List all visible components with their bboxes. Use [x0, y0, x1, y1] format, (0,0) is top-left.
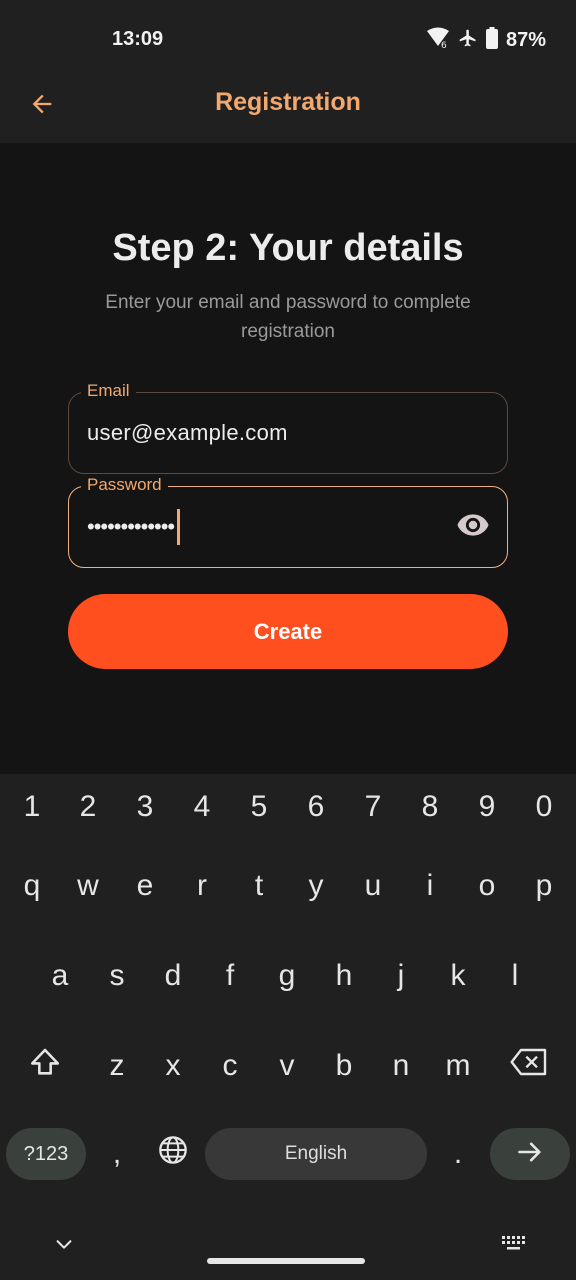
status-bar: 13:09 6 87% [0, 0, 576, 78]
key-m[interactable]: m [433, 1036, 483, 1096]
period-key[interactable]: . [433, 1128, 483, 1180]
key-c[interactable]: c [205, 1036, 255, 1096]
wifi-signal-icon: 6 [426, 27, 450, 54]
step-title: Step 2: Your details [112, 227, 464, 269]
keyboard-icon [501, 1234, 527, 1259]
email-field[interactable]: Email user@example.com [68, 381, 508, 474]
password-value: ••••••••••••• [87, 509, 181, 545]
email-label: Email [81, 381, 136, 401]
key-o[interactable]: o [462, 856, 512, 916]
create-button[interactable]: Create [68, 594, 508, 669]
key-d[interactable]: d [148, 946, 198, 1006]
email-value: user@example.com [87, 420, 288, 445]
step-subtitle: Enter your email and password to complet… [105, 292, 471, 342]
key-i[interactable]: i [405, 856, 455, 916]
keyboard-row-2: a s d f g h j k l [0, 946, 576, 1006]
key-x[interactable]: x [148, 1036, 198, 1096]
key-n[interactable]: n [376, 1036, 426, 1096]
key-3[interactable]: 3 [120, 777, 170, 837]
password-field[interactable]: Password ••••••••••••• [68, 475, 508, 568]
backspace-icon [509, 1046, 549, 1086]
key-l[interactable]: l [490, 946, 540, 1006]
key-u[interactable]: u [348, 856, 398, 916]
hide-keyboard-button[interactable] [44, 1228, 84, 1264]
key-f[interactable]: f [205, 946, 255, 1006]
airplane-icon [458, 28, 478, 53]
comma-key[interactable]: , [92, 1128, 142, 1180]
keyboard-number-row: 1 2 3 4 5 6 7 8 9 0 [0, 777, 576, 837]
key-4[interactable]: 4 [177, 777, 227, 837]
key-y[interactable]: y [291, 856, 341, 916]
key-v[interactable]: v [262, 1036, 312, 1096]
registration-form: Step 2: Your details Enter your email an… [0, 143, 576, 774]
shift-icon [28, 1045, 62, 1087]
key-9[interactable]: 9 [462, 777, 512, 837]
key-p[interactable]: p [519, 856, 569, 916]
key-j[interactable]: j [376, 946, 426, 1006]
battery-icon [485, 27, 498, 54]
enter-arrow-icon [514, 1138, 546, 1171]
key-z[interactable]: z [92, 1036, 142, 1096]
status-time: 13:09 [112, 28, 164, 50]
key-t[interactable]: t [234, 856, 284, 916]
space-bar[interactable]: English [205, 1128, 427, 1180]
app-bar: Registration [0, 78, 576, 143]
text-cursor [177, 509, 181, 545]
keyboard-bottom-row: ?123 , English . [0, 1128, 576, 1180]
key-h[interactable]: h [319, 946, 369, 1006]
key-w[interactable]: w [63, 856, 113, 916]
key-0[interactable]: 0 [519, 777, 569, 837]
keyboard-row-3: z x c v b n m [0, 1036, 576, 1096]
key-b[interactable]: b [319, 1036, 369, 1096]
password-label: Password [81, 475, 168, 495]
key-r[interactable]: r [177, 856, 227, 916]
key-5[interactable]: 5 [234, 777, 284, 837]
key-e[interactable]: e [120, 856, 170, 916]
eye-icon [456, 508, 490, 547]
key-s[interactable]: s [92, 946, 142, 1006]
key-g[interactable]: g [262, 946, 312, 1006]
toggle-password-visibility-button[interactable] [455, 509, 491, 545]
svg-text:6: 6 [441, 41, 447, 49]
enter-key[interactable] [490, 1128, 570, 1180]
status-icons: 6 87% [426, 27, 546, 54]
password-masked-text: ••••••••••••• [87, 514, 175, 539]
battery-percent: 87% [505, 29, 546, 51]
gesture-nav-handle[interactable] [207, 1258, 365, 1264]
on-screen-keyboard: 1 2 3 4 5 6 7 8 9 0 q w e r t y u i o p … [0, 774, 576, 1280]
key-k[interactable]: k [433, 946, 483, 1006]
symbols-key[interactable]: ?123 [6, 1128, 86, 1180]
language-key[interactable] [148, 1128, 198, 1180]
key-1[interactable]: 1 [7, 777, 57, 837]
globe-icon [157, 1134, 189, 1174]
key-a[interactable]: a [35, 946, 85, 1006]
key-8[interactable]: 8 [405, 777, 455, 837]
keyboard-row-1: q w e r t y u i o p [0, 856, 576, 916]
page-title: Registration [215, 88, 361, 116]
chevron-down-icon [53, 1233, 75, 1260]
key-q[interactable]: q [7, 856, 57, 916]
shift-key[interactable] [20, 1036, 70, 1096]
backspace-key[interactable] [504, 1036, 554, 1096]
key-7[interactable]: 7 [348, 777, 398, 837]
key-2[interactable]: 2 [63, 777, 113, 837]
key-6[interactable]: 6 [291, 777, 341, 837]
switch-keyboard-button[interactable] [494, 1228, 534, 1264]
